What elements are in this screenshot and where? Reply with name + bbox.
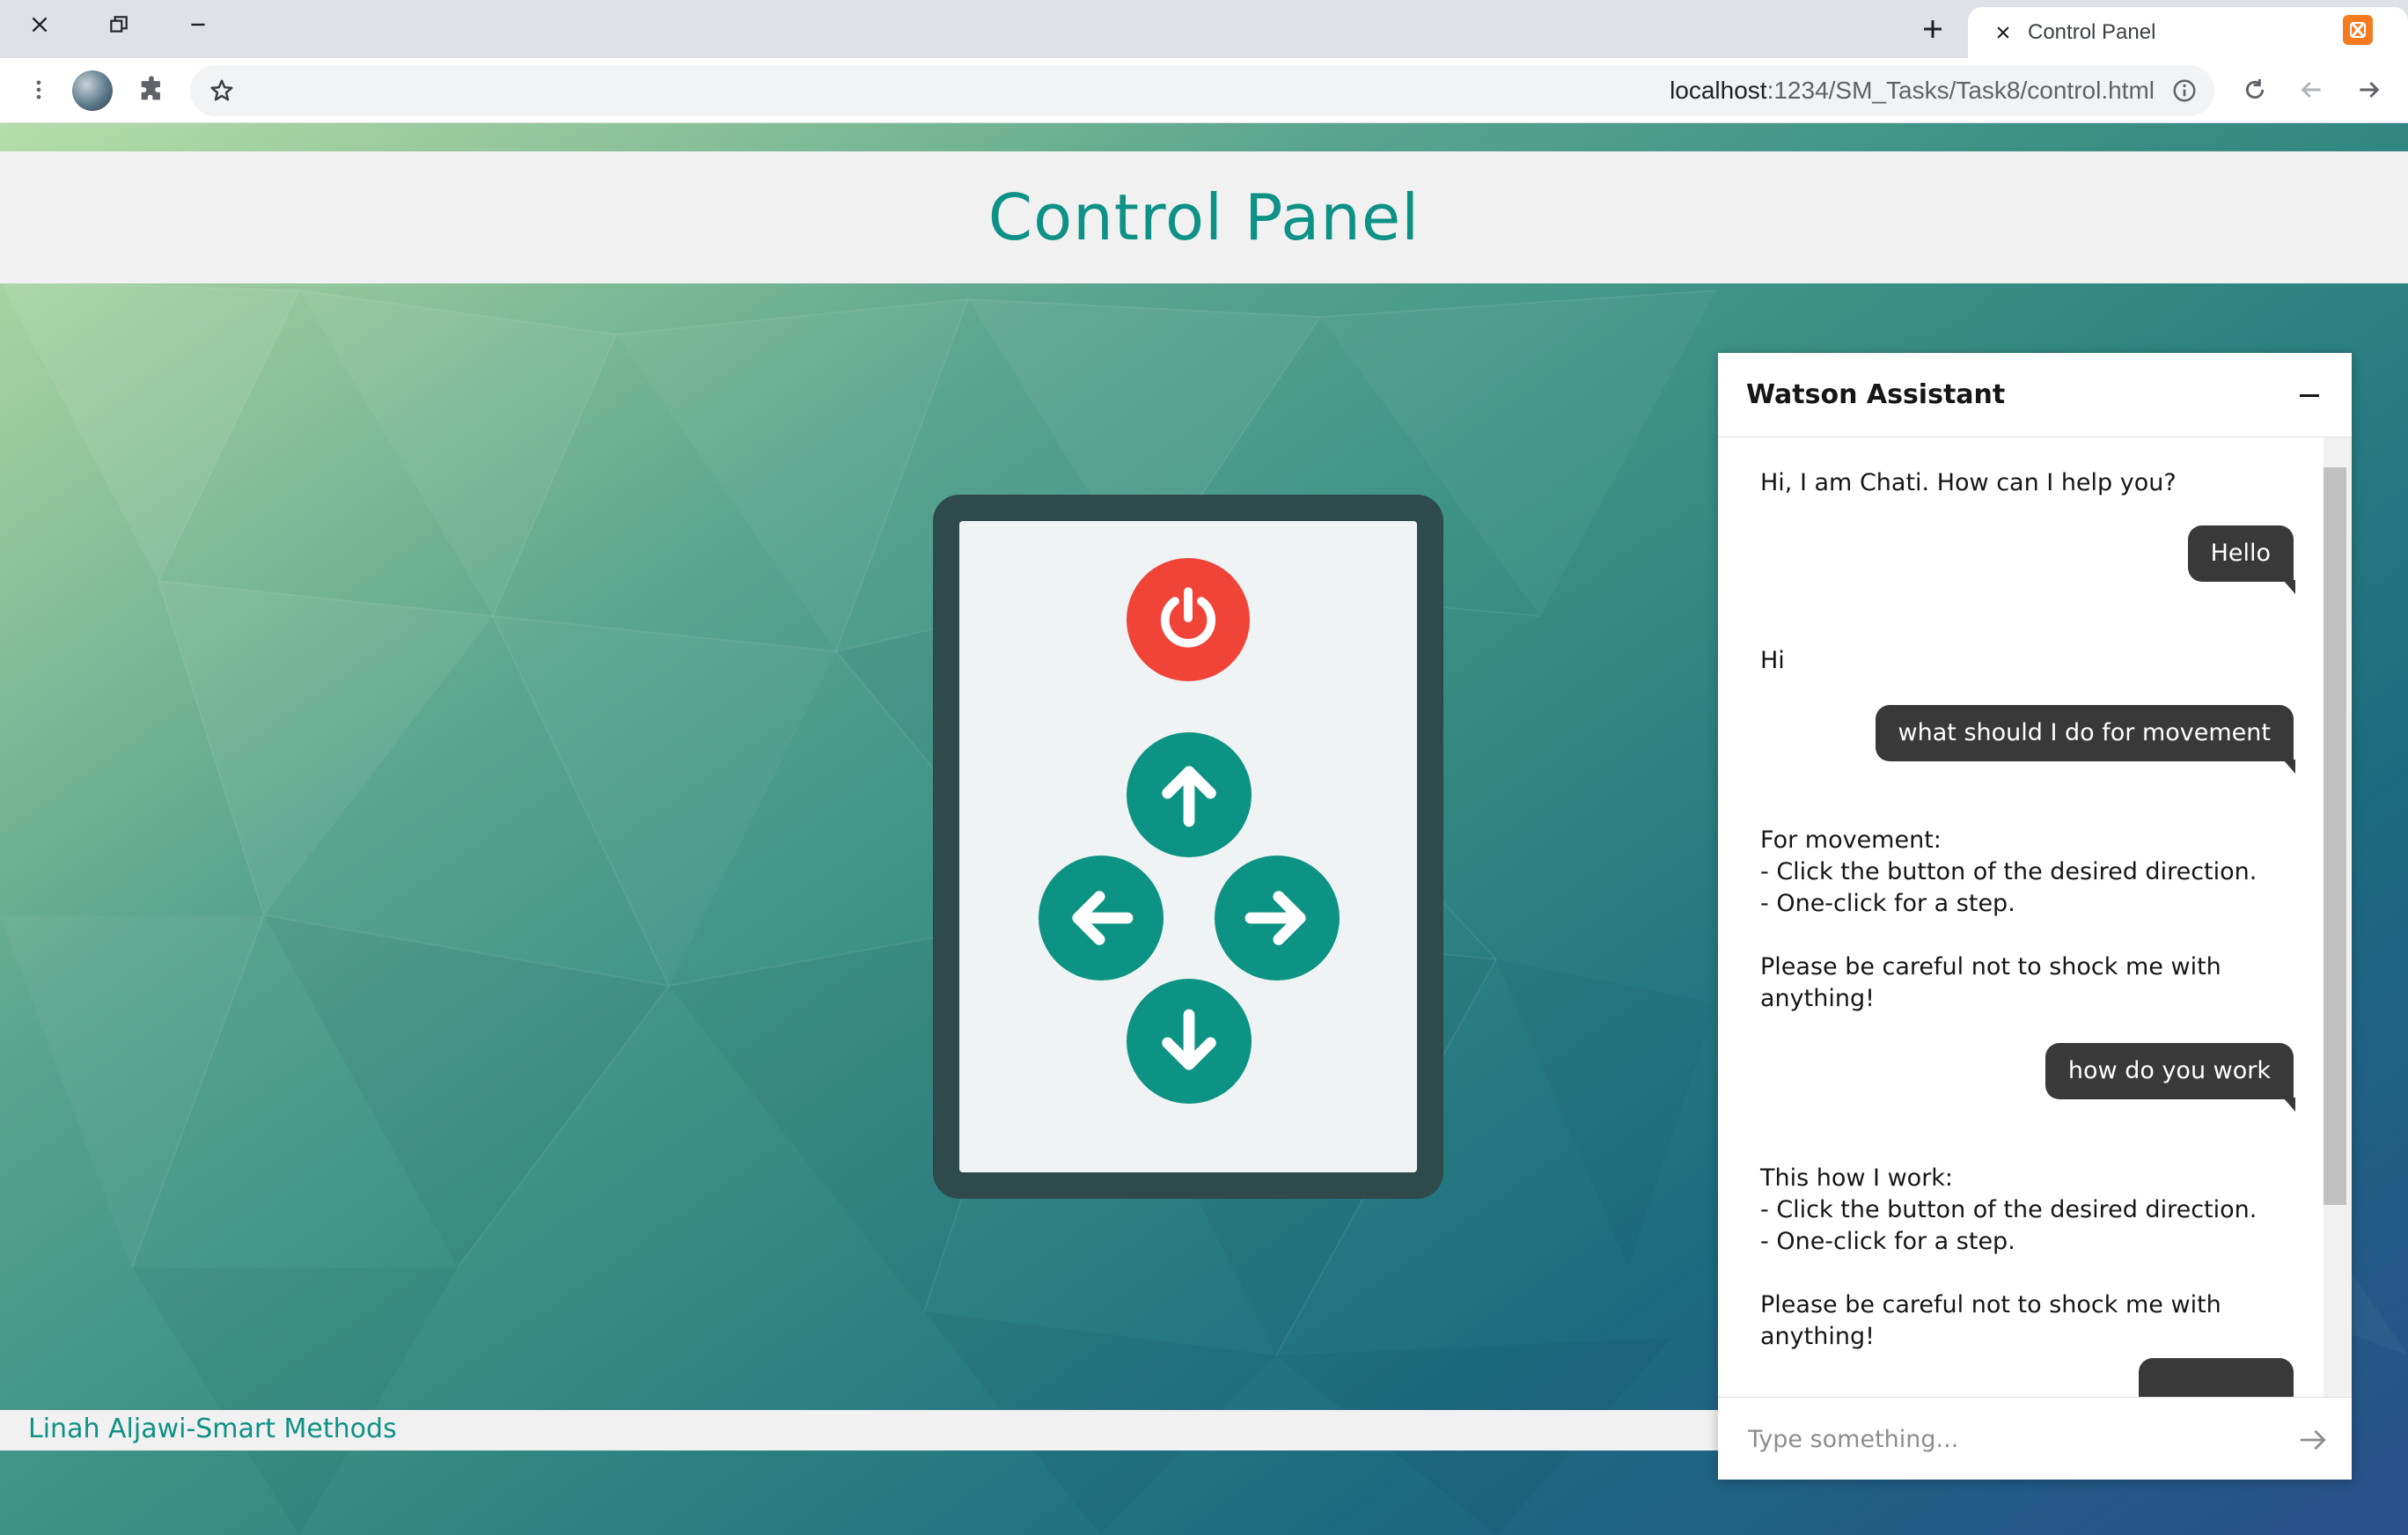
chat-title: Watson Assistant <box>1746 379 2006 410</box>
tab-close-button[interactable] <box>1986 15 2021 50</box>
site-info-icon <box>2173 79 2196 102</box>
move-down-button[interactable] <box>1127 979 1252 1104</box>
scrollbar-thumb[interactable] <box>2324 467 2346 1205</box>
page-title: Control Panel <box>987 180 1421 254</box>
arrow-down-icon <box>1162 1009 1216 1070</box>
power-icon <box>1160 587 1216 648</box>
bookmark-star-icon <box>210 79 233 101</box>
arrow-up-icon <box>1162 766 1216 827</box>
tab-close-icon <box>1997 26 2009 39</box>
user-message-partial <box>2139 1358 2294 1397</box>
bot-message: Hi <box>1760 647 1785 674</box>
window-close-button[interactable] <box>0 0 79 49</box>
browser-menu-button[interactable] <box>16 67 62 113</box>
reload-icon <box>2245 79 2265 99</box>
arrow-left-icon <box>1072 891 1134 945</box>
remote-control <box>933 495 1443 1199</box>
window-restore-button[interactable] <box>79 0 158 49</box>
send-arrow-icon <box>2300 1429 2326 1451</box>
chat-messages: Hi, I am Chati. How can I help you? Hell… <box>1718 437 2352 1397</box>
chat-scrollbar[interactable] <box>2324 437 2352 1397</box>
back-button[interactable] <box>2288 67 2334 113</box>
browser-toolbar: localhost:1234/SM_Tasks/Task8/control.ht… <box>0 58 2408 123</box>
bookmark-button[interactable] <box>199 68 245 114</box>
url-path: :1234/SM_Tasks/Task8/control.html <box>1766 77 2155 104</box>
footer-credit: Linah Aljawi-Smart Methods <box>28 1414 397 1444</box>
page-header: Control Panel <box>0 151 2408 283</box>
bot-message: For movement: - Click the button of the … <box>1760 826 2258 1012</box>
menu-dots-icon <box>36 80 41 99</box>
chat-header: Watson Assistant <box>1718 353 2352 437</box>
extensions-button[interactable] <box>128 67 174 113</box>
window-minimize-button[interactable] <box>158 0 238 49</box>
new-tab-button[interactable] <box>1901 7 1964 51</box>
site-info-button[interactable] <box>2162 68 2207 114</box>
move-up-button[interactable] <box>1127 732 1252 857</box>
forward-icon <box>2360 81 2380 99</box>
move-left-button[interactable] <box>1039 856 1164 980</box>
url-host: localhost <box>1670 77 1767 104</box>
tab-control-panel[interactable]: Control Panel <box>1968 7 2408 58</box>
page-footer: Linah Aljawi-Smart Methods <box>0 1410 1725 1451</box>
chat-input-bar <box>1718 1397 2352 1480</box>
user-message: what should I do for movement <box>1875 705 2296 774</box>
extensions-icon <box>141 76 160 100</box>
chat-message-input[interactable] <box>1748 1419 2241 1459</box>
reload-button[interactable] <box>2232 67 2278 113</box>
send-button[interactable] <box>2292 1419 2334 1461</box>
new-tab-icon <box>1924 20 1942 38</box>
address-bar[interactable]: localhost:1234/SM_Tasks/Task8/control.ht… <box>190 65 2214 116</box>
xampp-favicon <box>2343 15 2373 45</box>
tab-title: Control Panel <box>2028 20 2156 44</box>
chat-minimize-button[interactable] <box>2287 372 2332 418</box>
browser-titlebar: Control Panel <box>0 0 2408 58</box>
user-message: how do you work <box>2045 1043 2296 1112</box>
move-right-button[interactable] <box>1215 856 1340 980</box>
forward-button[interactable] <box>2346 67 2392 113</box>
power-button[interactable] <box>1127 558 1250 681</box>
user-message: Hello <box>2187 525 2296 594</box>
arrow-right-icon <box>1244 891 1306 945</box>
restore-icon <box>110 16 128 33</box>
back-icon <box>2301 81 2321 99</box>
close-icon <box>32 17 48 33</box>
watson-assistant-widget: Watson Assistant Hi, I am Chati. How can… <box>1718 353 2352 1480</box>
remote-screen <box>959 521 1417 1172</box>
minimize-icon <box>191 23 205 26</box>
bot-message: Hi, I am Chati. How can I help you? <box>1760 469 2177 496</box>
bot-message: This how I work: - Click the button of t… <box>1760 1164 2258 1350</box>
minimize-icon <box>2300 393 2319 397</box>
profile-avatar[interactable] <box>72 70 113 111</box>
url-text[interactable]: localhost:1234/SM_Tasks/Task8/control.ht… <box>1670 77 2155 105</box>
